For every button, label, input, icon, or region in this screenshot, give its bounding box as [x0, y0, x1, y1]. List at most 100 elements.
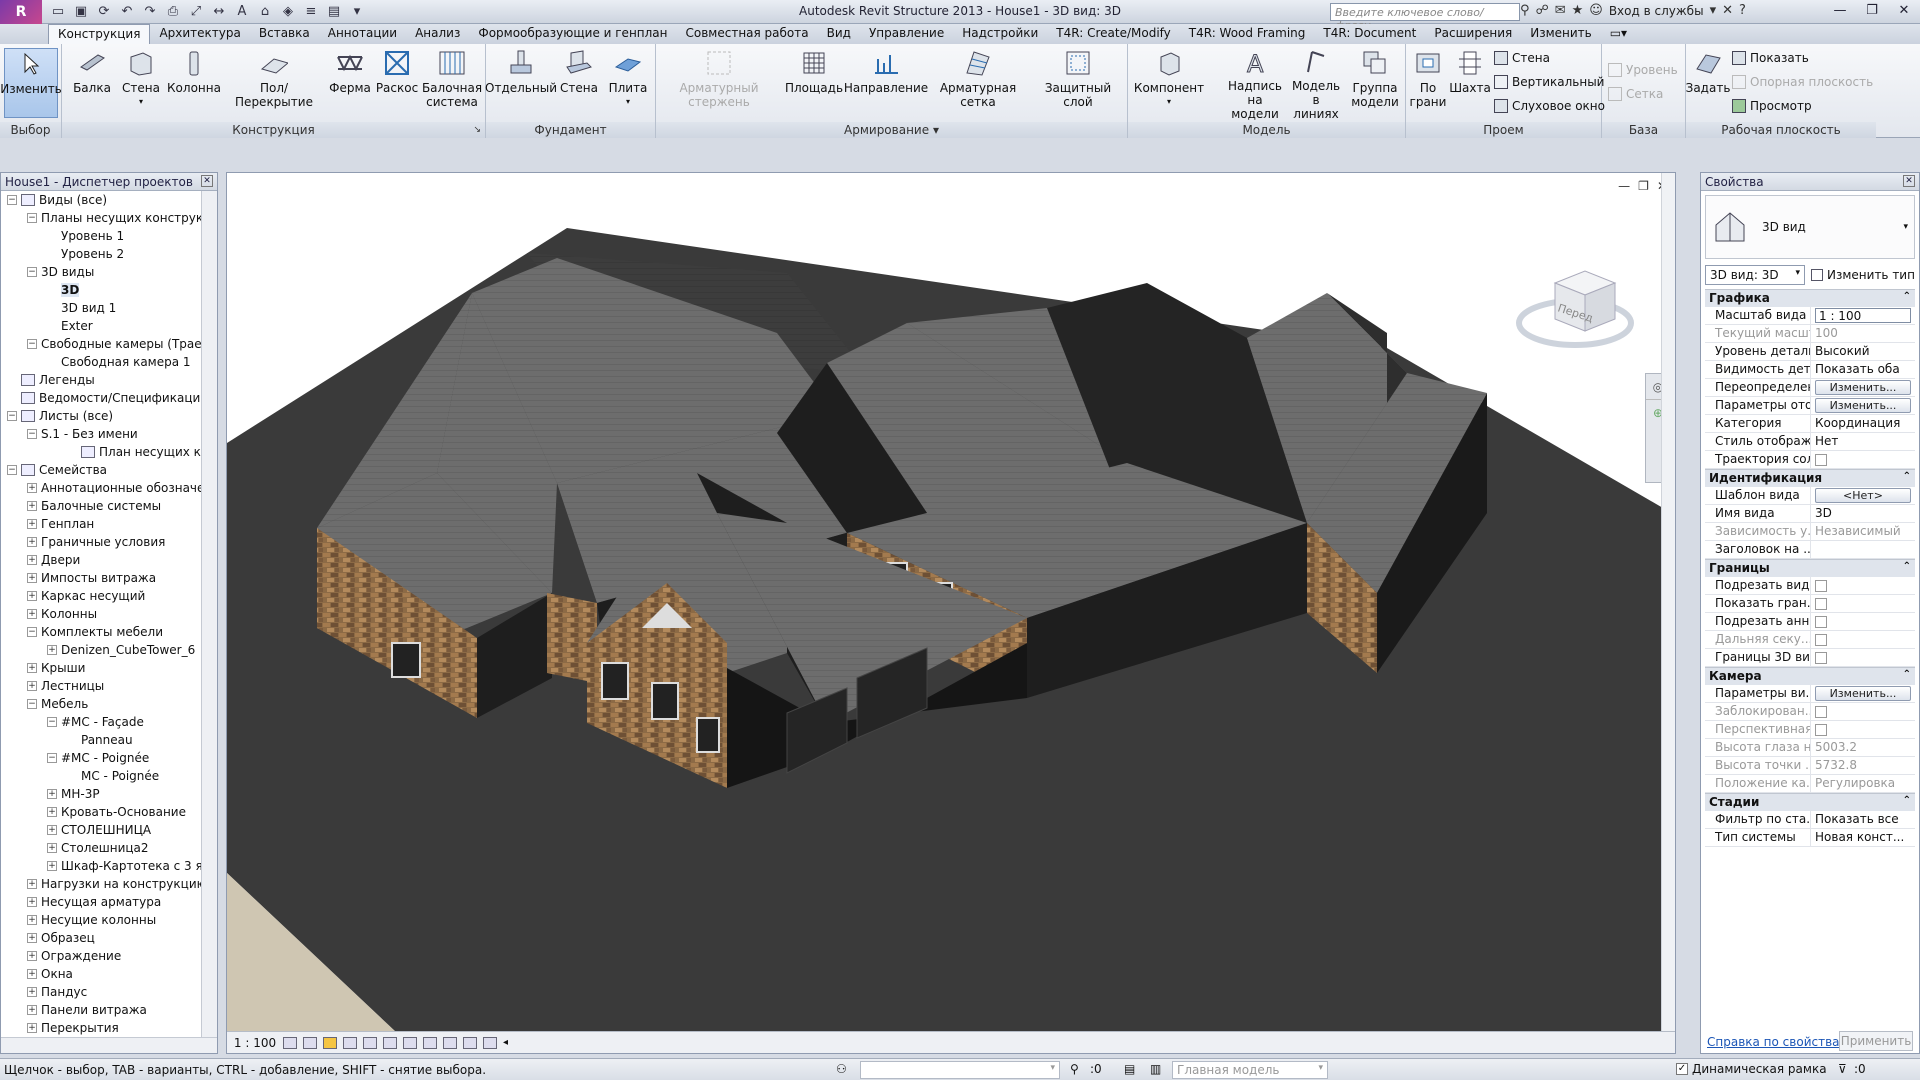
tree-item[interactable]: + Генплан [1, 515, 201, 533]
tree-item[interactable]: + MH-3P [1, 785, 201, 803]
tree-item[interactable]: + Балочные системы [1, 497, 201, 515]
design-options-icon[interactable]: ▤ [1124, 1062, 1135, 1076]
tree-item[interactable]: − Комплекты мебели [1, 623, 201, 641]
expand-icon[interactable]: + [27, 573, 37, 583]
expand-icon[interactable]: + [27, 915, 37, 925]
tab-annotate[interactable]: Аннотации [319, 24, 406, 44]
model-line-button[interactable]: Модель в линиях [1288, 48, 1344, 121]
tab-manage[interactable]: Управление [860, 24, 953, 44]
expand-icon[interactable]: + [47, 861, 57, 871]
tree-item[interactable]: Свободная камера 1 [1, 353, 201, 371]
wall-opening-button[interactable]: Стена [1494, 48, 1550, 68]
favorites-icon[interactable]: ★ [1572, 3, 1584, 18]
property-group-header[interactable]: Границы ⌃ [1705, 559, 1915, 577]
truss-button[interactable]: Ферма [328, 48, 372, 118]
expand-icon[interactable]: + [47, 843, 57, 853]
tab-architecture[interactable]: Архитектура [150, 24, 249, 44]
workset-dropdown[interactable]: ▾ [860, 1061, 1060, 1079]
close-window-button[interactable]: ✕ [1889, 0, 1919, 20]
3d-viewport[interactable]: — ❐ ✕ Перед ◎ ⊕ 1 : 100 ◂ [226, 172, 1676, 1054]
tree-item[interactable]: + Denizen_CubeTower_6 [1, 641, 201, 659]
restore-button[interactable]: ❐ [1857, 0, 1887, 20]
tree-item[interactable]: + Шкаф-Картотека с 3 ящиками [1, 857, 201, 875]
apply-button[interactable]: Применить [1839, 1031, 1913, 1051]
show-workplane-button[interactable]: Показать [1732, 48, 1809, 68]
property-checkbox[interactable] [1815, 634, 1827, 646]
user-icon[interactable]: ☺ [1589, 3, 1603, 18]
search-input[interactable]: Введите ключевое слово/фразу [1330, 3, 1520, 32]
design-options-sub-icon[interactable]: ▥ [1150, 1062, 1161, 1076]
column-button[interactable]: Колонна [166, 48, 222, 118]
isolated-foundation-button[interactable]: Отдельный [485, 48, 557, 118]
expand-icon[interactable]: + [27, 987, 37, 997]
path-reinforcement-button[interactable]: Направление [844, 48, 928, 118]
tree-item[interactable]: + СТОЛЕШНИЦА [1, 821, 201, 839]
subscription-icon[interactable]: ☍ [1536, 3, 1549, 18]
viewcube[interactable]: Перед [1515, 253, 1635, 363]
revit-app-menu-button[interactable]: R [0, 0, 42, 24]
property-group-header[interactable]: Стадии ⌃ [1705, 793, 1915, 811]
tree-item[interactable]: Уровень 2 [1, 245, 201, 263]
close-icon[interactable]: ✕ [201, 175, 213, 187]
fabric-button[interactable]: Арматурная сетка [926, 48, 1030, 118]
property-edit-button[interactable]: Изменить... [1815, 398, 1911, 413]
tab-t4r-document[interactable]: T4R: Document [1314, 24, 1425, 44]
ref-plane-button[interactable]: Опорная плоскость [1732, 72, 1873, 92]
wall-button[interactable]: Стена ▾ [118, 48, 164, 118]
tree-item[interactable]: + Кровать-Основание [1, 803, 201, 821]
shaft-button[interactable]: Шахта [1449, 48, 1491, 118]
expand-icon[interactable]: + [27, 969, 37, 979]
minimize-view-icon[interactable]: — [1618, 179, 1630, 193]
tab-view[interactable]: Вид [818, 24, 860, 44]
tree-item[interactable]: Ведомости/Спецификации [1, 389, 201, 407]
measure-icon[interactable]: ⤢ [186, 3, 206, 21]
panel-dropdown-icon[interactable]: ▾ [933, 123, 939, 137]
property-checkbox[interactable] [1815, 652, 1827, 664]
analytical-model-icon[interactable] [483, 1036, 497, 1049]
property-value[interactable]: Показать все [1815, 812, 1899, 826]
property-input[interactable]: 1 : 100 [1815, 308, 1911, 323]
slab-dropdown-icon[interactable]: ▾ [626, 95, 630, 109]
detail-level-icon[interactable] [283, 1036, 297, 1049]
tab-structure[interactable]: Конструкция [48, 24, 151, 44]
expand-icon[interactable]: + [47, 807, 57, 817]
restore-view-icon[interactable]: ❐ [1638, 179, 1649, 193]
tree-item[interactable]: −Свободные камеры (Траектории) [1, 335, 201, 353]
tree-item[interactable]: + Ограждение [1, 947, 201, 965]
collapse-icon[interactable]: − [7, 195, 17, 205]
tree-item[interactable]: Уровень 1 [1, 227, 201, 245]
tab-extensions[interactable]: Расширения [1425, 24, 1521, 44]
wall-dropdown-icon[interactable]: ▾ [139, 95, 143, 109]
type-dropdown-icon[interactable]: ▾ [1903, 222, 1908, 232]
tree-item[interactable]: −3D виды [1, 263, 201, 281]
tree-item[interactable]: + Крыши [1, 659, 201, 677]
properties-help-link[interactable]: Справка по свойствам [1707, 1035, 1849, 1049]
tree-item[interactable]: План несущих конструкций [1, 443, 201, 461]
tree-item[interactable]: MC - Poignée [1, 767, 201, 785]
tree-item[interactable]: 3D [1, 281, 201, 299]
property-value[interactable]: Показать оба [1815, 362, 1900, 376]
brace-button[interactable]: Раскос [374, 48, 420, 118]
tree-item[interactable]: − #MC - Façade [1, 713, 201, 731]
expand-icon[interactable]: + [47, 645, 57, 655]
panel-launcher-icon[interactable]: ↘ [473, 122, 481, 138]
tree-item[interactable]: 3D вид 1 [1, 299, 201, 317]
type-selector[interactable]: 3D вид ▾ [1705, 195, 1915, 259]
property-checkbox[interactable] [1815, 706, 1827, 718]
editable-only-icon[interactable]: ⚲ [1070, 1062, 1079, 1076]
tree-item[interactable]: + Аннотационные обозначения [1, 479, 201, 497]
house-3d-model[interactable] [227, 173, 1663, 1033]
sun-path-icon[interactable] [323, 1036, 337, 1049]
wall-foundation-button[interactable]: Стена [556, 48, 602, 118]
expand-icon[interactable]: + [27, 555, 37, 565]
tree-item[interactable]: + Образец [1, 929, 201, 947]
tab-collaborate[interactable]: Совместная работа [677, 24, 818, 44]
component-dropdown-icon[interactable]: ▾ [1167, 95, 1171, 109]
close-icon[interactable]: ✕ [1903, 175, 1915, 187]
collapse-icon[interactable]: − [27, 627, 37, 637]
dynamic-frame-checkbox[interactable]: ✓ [1676, 1063, 1688, 1075]
property-value[interactable]: Координация [1815, 416, 1900, 430]
tab-t4r-create[interactable]: T4R: Create/Modify [1047, 24, 1179, 44]
tree-item[interactable]: − #MC - Poignée [1, 749, 201, 767]
tree-item[interactable]: + Панели витража [1, 1001, 201, 1019]
